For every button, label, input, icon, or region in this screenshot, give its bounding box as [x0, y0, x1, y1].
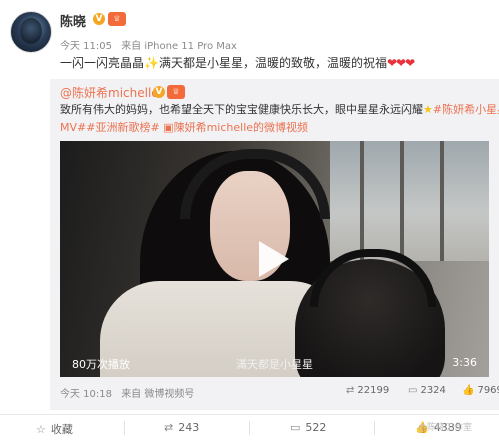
- username[interactable]: 陈晓: [60, 11, 86, 30]
- reposted-content[interactable]: @陈妍希michelle V ♕ 致所有伟大的妈妈，也希望全天下的宝宝健康快乐长…: [50, 79, 499, 410]
- repost-button[interactable]: ⇄ 243: [164, 421, 199, 434]
- sparkle-icon: ✨: [144, 56, 159, 70]
- favorite-button[interactable]: ☆ 收藏: [36, 421, 73, 437]
- repost-like-count[interactable]: 👍7969: [462, 385, 499, 396]
- repost-share-value: 22199: [357, 385, 390, 396]
- weibo-post-card: 陈晓 V ♕ 今天 11:05 来自 iPhone 11 Pro Max 一闪一…: [0, 0, 499, 439]
- repost-text-line2: MV##亚洲新歌榜# ▣陳妍希michelle的微博视频: [60, 119, 308, 135]
- heart-emoji-icon: ❤❤❤: [386, 56, 415, 70]
- watermark: @陈晓工作室: [418, 423, 473, 433]
- repost-count: 243: [178, 421, 200, 434]
- share-icon: ⇄: [164, 421, 174, 434]
- favorite-label: 收藏: [50, 423, 73, 436]
- video-player[interactable]: 80万次播放 滿天都是小星星 3:36: [60, 141, 489, 377]
- repost-comment-value: 2324: [420, 385, 446, 396]
- comment-icon: ▭: [290, 421, 301, 434]
- post-text-part1: 一闪一闪亮晶晶: [60, 56, 145, 70]
- post-source: 来自 iPhone 11 Pro Max: [121, 41, 237, 52]
- hashtag-link[interactable]: #陈妍希小星星: [433, 103, 499, 116]
- repost-text: 致所有伟大的妈妈，也希望全天下的宝宝健康快乐长大，眼中星星永远闪耀: [60, 103, 423, 116]
- repost-share-count[interactable]: ⇄ 22199: [346, 385, 389, 396]
- repost-time: 今天 10:18: [60, 389, 112, 400]
- share-icon: ⇄: [346, 385, 355, 396]
- repost-meta: 今天 10:18 来自 微博视频号: [60, 385, 200, 400]
- video-link-icon: ▣: [163, 121, 174, 134]
- post-text-part2: 满天都是小星星，温暖的致敬，温暖的祝福: [158, 56, 387, 70]
- comment-icon: ▭: [408, 385, 418, 396]
- repost-verified-badge-icon: V: [153, 86, 165, 98]
- post-text: 一闪一闪亮晶晶✨满天都是小星星，温暖的致敬，温暖的祝福❤❤❤: [60, 54, 415, 71]
- video-subtitle: 滿天都是小星星: [236, 358, 313, 371]
- repost-source: 来自 微博视频号: [121, 389, 195, 400]
- repost-text-line1: 致所有伟大的妈妈，也希望全天下的宝宝健康快乐长大，眼中星星永远闪耀★#陈妍希小星…: [60, 101, 499, 117]
- post-meta: 今天 11:05 来自 iPhone 11 Pro Max: [60, 37, 243, 52]
- thumbs-up-icon: 👍: [462, 385, 475, 396]
- verified-badge-icon: V: [93, 13, 105, 25]
- comment-count: 522: [305, 421, 327, 434]
- play-icon[interactable]: [259, 241, 289, 277]
- comment-button[interactable]: ▭ 522: [290, 421, 326, 434]
- repost-author-link[interactable]: @陈妍希michelle: [60, 84, 159, 101]
- video-source-link[interactable]: 陳妍希michelle的微博视频: [174, 121, 308, 134]
- repost-like-value: 7969: [477, 385, 499, 396]
- user-avatar[interactable]: [10, 11, 52, 53]
- star-icon: ★: [423, 103, 433, 116]
- repost-member-badge-icon: ♕: [167, 85, 185, 99]
- repost-comment-count[interactable]: ▭ 2324: [408, 385, 446, 396]
- member-badge-icon: ♕: [108, 12, 126, 26]
- video-window: [330, 141, 489, 261]
- video-duration: 3:36: [452, 356, 477, 369]
- hashtag-link-2[interactable]: MV##亚洲新歌榜#: [60, 121, 160, 134]
- post-time: 今天 11:05: [60, 41, 112, 52]
- star-outline-icon: ☆: [36, 423, 46, 436]
